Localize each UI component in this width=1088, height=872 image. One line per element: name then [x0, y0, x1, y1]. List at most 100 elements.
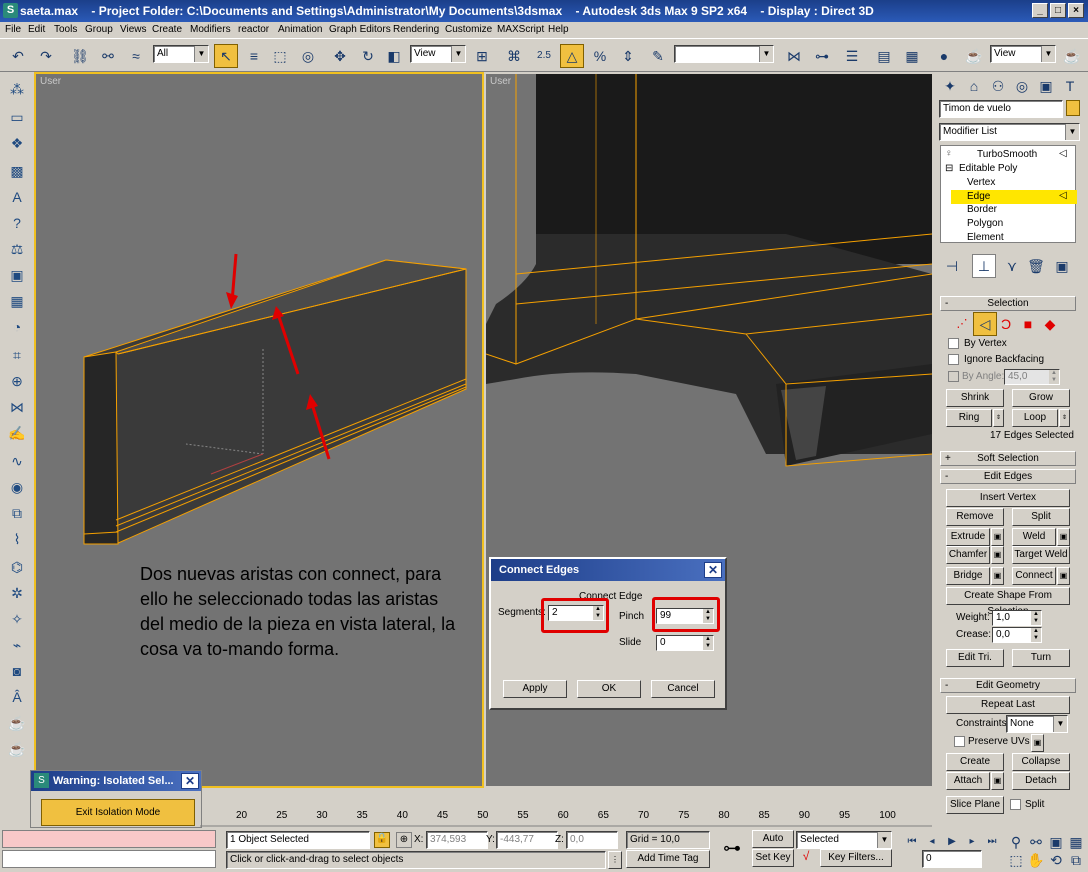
magic-wand-icon[interactable]: ✧: [6, 608, 28, 630]
modifier-list-dropdown[interactable]: Modifier List ▼: [939, 123, 1080, 141]
make-unique-icon[interactable]: ⋎: [1000, 254, 1024, 278]
repeat-last-button[interactable]: Repeat Last: [946, 696, 1070, 714]
menu-maxscript[interactable]: MAXScript: [497, 24, 544, 35]
turn-button[interactable]: Turn: [1012, 649, 1070, 667]
bridge-button[interactable]: Bridge: [946, 567, 990, 585]
sphere-icon[interactable]: ◉: [6, 476, 28, 498]
loop-spinner[interactable]: ⇕: [1059, 409, 1070, 427]
menu-reactor[interactable]: reactor: [238, 24, 269, 35]
menu-create[interactable]: Create: [152, 24, 182, 35]
create-tab-icon[interactable]: ✦: [938, 74, 962, 98]
maximize-viewport-icon[interactable]: ⧉: [1064, 848, 1088, 872]
detach-button[interactable]: Detach: [1012, 772, 1070, 790]
display-tab-icon[interactable]: ▣: [1034, 74, 1058, 98]
ring-spinner[interactable]: ⇕: [993, 409, 1004, 427]
split-checkbox[interactable]: [1010, 799, 1021, 810]
paint-icon[interactable]: ✍: [6, 422, 28, 444]
y-coordinate[interactable]: -443,77: [496, 831, 558, 849]
constraints-icon[interactable]: ⁂: [6, 78, 28, 100]
grow-button[interactable]: Grow: [1012, 389, 1070, 407]
camera-icon[interactable]: ◙: [6, 660, 28, 682]
target-weld-button[interactable]: Target Weld: [1012, 546, 1070, 564]
crop-icon[interactable]: ⌗: [6, 344, 28, 366]
crosshair-icon[interactable]: ⊕: [6, 370, 28, 392]
lightbulb-icon[interactable]: ♀: [945, 148, 953, 159]
select-and-rotate-icon[interactable]: ↻: [356, 44, 380, 68]
stack-polygon[interactable]: Polygon: [967, 218, 1003, 229]
hierarchy-tab-icon[interactable]: ⚇: [986, 74, 1010, 98]
maximize-button[interactable]: □: [1050, 3, 1066, 18]
absolute-mode-icon[interactable]: ⊕: [396, 832, 412, 848]
percent-snap-icon[interactable]: %: [588, 44, 612, 68]
pivot-center-icon[interactable]: ⊞: [470, 44, 494, 68]
rectangular-selection-icon[interactable]: ⬚: [268, 44, 292, 68]
ok-button[interactable]: OK: [577, 680, 641, 698]
menu-edit[interactable]: Edit: [28, 24, 45, 35]
edit-geometry-rollout-header[interactable]: - Edit Geometry: [940, 678, 1076, 693]
bridge-settings-icon[interactable]: ▣: [991, 567, 1004, 585]
help-icon[interactable]: ?: [6, 212, 28, 234]
remove-modifier-icon[interactable]: 🗑: [1024, 254, 1048, 278]
set-key-curve-icon[interactable]: √: [796, 849, 816, 867]
dialog-close-icon[interactable]: ✕: [704, 562, 722, 578]
cancel-button[interactable]: Cancel: [651, 680, 715, 698]
stack-vertex[interactable]: Vertex: [967, 177, 995, 188]
crease-spinner[interactable]: 0,0 ▲ ▼: [992, 627, 1042, 643]
apply-button[interactable]: Apply: [503, 680, 567, 698]
grid-icon[interactable]: ▦: [6, 290, 28, 312]
key-filters-button[interactable]: Key Filters...: [820, 849, 892, 867]
remove-button[interactable]: Remove: [946, 508, 1004, 526]
border-mode-icon[interactable]: Ɔ: [994, 312, 1018, 336]
create-button[interactable]: Create: [946, 753, 1004, 771]
ring-button[interactable]: Ring: [946, 409, 992, 427]
angle-spinner[interactable]: 45,0 ▲ ▼: [1004, 369, 1060, 385]
modify-tab-icon[interactable]: ⌂: [962, 74, 986, 98]
utilities-tab-icon[interactable]: T: [1058, 74, 1082, 98]
split-button[interactable]: Split: [1012, 508, 1070, 526]
cloth-icon[interactable]: ⌬: [6, 556, 28, 578]
viewport-user-left[interactable]: User: [34, 72, 484, 788]
extrude-button[interactable]: Extrude: [946, 528, 990, 546]
preserve-uvs-checkbox[interactable]: [954, 736, 965, 747]
chamfer-button[interactable]: Chamfer: [946, 546, 990, 564]
attach-button[interactable]: Attach: [946, 772, 990, 790]
loop-button[interactable]: Loop: [1012, 409, 1058, 427]
layers-icon[interactable]: ⧉: [6, 502, 28, 524]
element-mode-icon[interactable]: ◆: [1038, 312, 1062, 336]
select-and-scale-icon[interactable]: ◧: [382, 44, 406, 68]
redo-icon[interactable]: ↷: [34, 44, 58, 68]
snapshot-icon[interactable]: ❖: [6, 132, 28, 154]
mirror-icon[interactable]: ⋈: [782, 44, 806, 68]
undo-icon[interactable]: ↶: [6, 44, 30, 68]
lock-selection-icon[interactable]: 🔒: [374, 832, 390, 848]
menu-file[interactable]: File: [5, 24, 21, 35]
menu-animation[interactable]: Animation: [278, 24, 322, 35]
vertex-mode-icon[interactable]: ⋰: [950, 312, 974, 336]
timeline[interactable]: 20 25 30 35 40 45 50 55 60 65 70 75 80 85 90 95 100: [200, 806, 932, 828]
curve-editor-icon[interactable]: ▤: [872, 44, 896, 68]
menu-tools[interactable]: Tools: [54, 24, 77, 35]
menu-help[interactable]: Help: [548, 24, 569, 35]
edit-edges-rollout-header[interactable]: - Edit Edges: [940, 469, 1076, 484]
gauge-icon[interactable]: ◔: [6, 316, 28, 338]
soft-selection-rollout-header[interactable]: + Soft Selection: [940, 451, 1076, 466]
unwrap-icon[interactable]: ⚖: [6, 238, 28, 260]
measure-icon[interactable]: ▭: [6, 106, 28, 128]
pin-stack-icon[interactable]: ⊣: [940, 254, 964, 278]
set-key-button[interactable]: Set Key: [752, 849, 794, 867]
show-end-result-icon[interactable]: ⊥: [972, 254, 996, 278]
edit-tri-button[interactable]: Edit Tri.: [946, 649, 1004, 667]
maxscript-listener-pink[interactable]: [2, 830, 216, 848]
collapse-icon[interactable]: ⊟: [945, 163, 953, 174]
schematic-view-icon[interactable]: ▦: [900, 44, 924, 68]
by-angle-checkbox[interactable]: [948, 371, 959, 382]
warning-close-icon[interactable]: ✕: [181, 773, 199, 789]
select-manipulate-icon[interactable]: ⌘: [502, 44, 526, 68]
ignore-backfacing-checkbox[interactable]: [948, 354, 959, 365]
chamfer-settings-icon[interactable]: ▣: [991, 546, 1004, 564]
edit-named-selection-icon[interactable]: ✎: [646, 44, 670, 68]
bind-space-warp-icon[interactable]: ≈: [124, 44, 148, 68]
slide-spinner[interactable]: 0 ▲ ▼: [656, 635, 714, 651]
teapot-render-icon[interactable]: ☕: [6, 738, 28, 760]
selection-filter-dropdown[interactable]: All ▼: [153, 45, 209, 63]
